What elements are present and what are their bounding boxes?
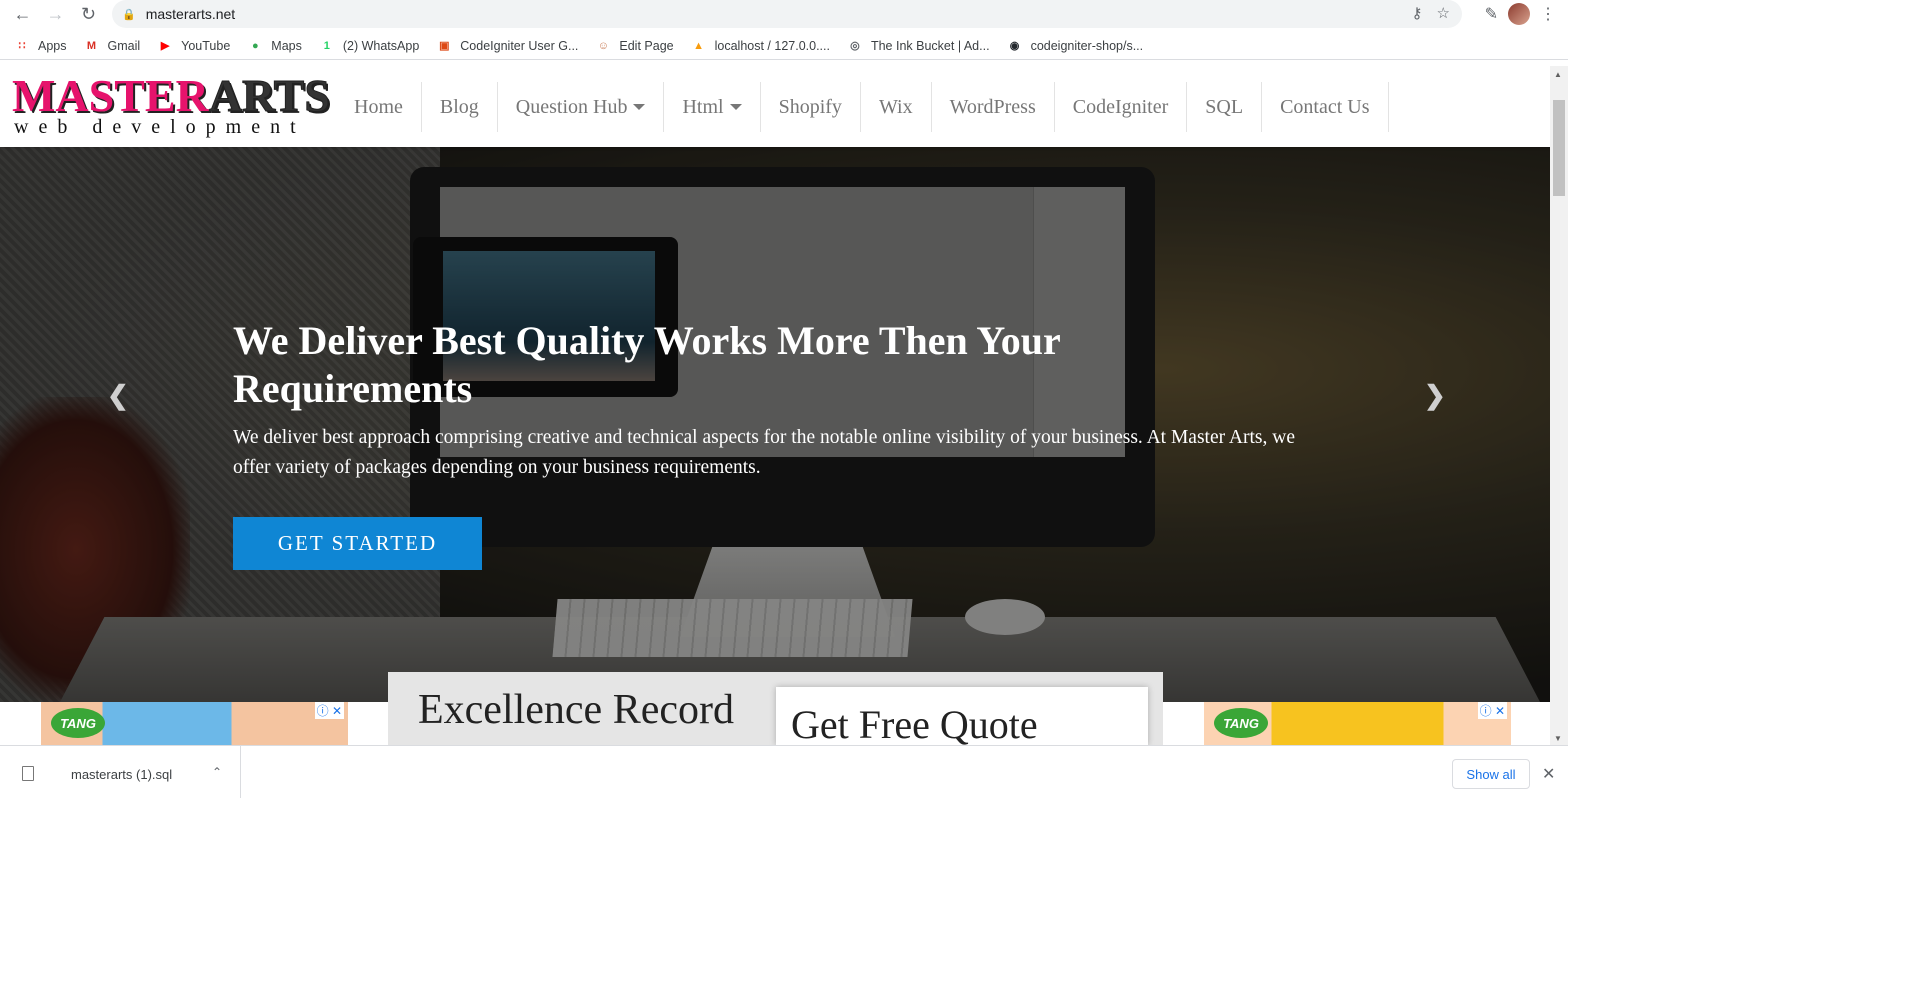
caret-down-icon bbox=[729, 104, 742, 110]
nav-item-label: Blog bbox=[439, 95, 479, 118]
address-bar[interactable]: 🔒 masterarts.net ⚷ ☆ bbox=[112, 0, 1462, 28]
bookmark-item[interactable]: ◎ The Ink Bucket | Ad... bbox=[847, 38, 990, 54]
lock-icon: 🔒 bbox=[122, 8, 136, 21]
scrollbar-thumb[interactable] bbox=[1553, 100, 1565, 196]
youtube-icon: ▶ bbox=[160, 40, 170, 52]
nav-item-sql[interactable]: SQL bbox=[1187, 82, 1263, 132]
nav-item-shopify[interactable]: Shopify bbox=[761, 82, 861, 132]
bookmark-item[interactable]: M Gmail bbox=[84, 38, 141, 54]
scroll-up-icon[interactable]: ▲ bbox=[1554, 70, 1562, 79]
main-nav: Home Blog Question Hub Html Shopify Wix WordPr… bbox=[336, 82, 1389, 132]
bookmark-label: The Ink Bucket | Ad... bbox=[870, 38, 990, 53]
show-all-button[interactable]: Show all bbox=[1452, 759, 1530, 789]
globe-icon: ◎ bbox=[850, 40, 860, 52]
site-header: MASTERARTS web development Home Blog Quest… bbox=[0, 66, 1550, 147]
reload-icon[interactable]: ↻ bbox=[72, 0, 105, 28]
nav-item-blog[interactable]: Blog bbox=[422, 82, 498, 132]
bookmark-label: Maps bbox=[271, 38, 302, 53]
ad-choices-icon[interactable]: ⓘ ✕ bbox=[1477, 702, 1507, 719]
nav-item-label: Html bbox=[682, 95, 724, 118]
bookmark-item[interactable]: ▲ localhost / 127.0.0.... bbox=[691, 38, 830, 54]
github-icon: ◉ bbox=[1009, 40, 1020, 52]
logo-master-text: MASTER bbox=[12, 70, 209, 121]
caret-down-icon bbox=[633, 104, 646, 110]
bookmark-label: YouTube bbox=[181, 38, 231, 53]
ad-brand-logo: TANG bbox=[1214, 708, 1268, 738]
logo-subtitle: web development bbox=[14, 116, 306, 138]
free-quote-heading: Get Free Quote bbox=[791, 702, 1038, 745]
bookmark-item[interactable]: ◉ codeigniter-shop/s... bbox=[1007, 38, 1144, 54]
bookmarks-bar: ∷ Apps M Gmail ▶ YouTube ● Maps 1 (2) WhatsApp ▣ Co… bbox=[0, 32, 1568, 60]
nav-item-label: Contact Us bbox=[1280, 95, 1370, 118]
phpmyadmin-icon: ▲ bbox=[693, 39, 705, 52]
star-bookmark-icon[interactable]: ☆ bbox=[1437, 4, 1450, 22]
apps-grid-icon: ∷ bbox=[18, 40, 26, 52]
whatsapp-icon: 1 bbox=[323, 39, 330, 52]
nav-item-contact-us[interactable]: Contact Us bbox=[1262, 82, 1389, 132]
ad-choices-icon[interactable]: ⓘ ✕ bbox=[314, 702, 344, 719]
nav-item-label: Home bbox=[354, 95, 403, 118]
page-viewport: MASTERARTS web development Home Blog Quest… bbox=[0, 66, 1550, 745]
bookmark-item[interactable]: ☺ Edit Page bbox=[595, 38, 674, 54]
close-icon[interactable]: ✕ bbox=[1542, 764, 1555, 784]
nav-item-label: CodeIgniter bbox=[1072, 95, 1169, 118]
chevron-up-icon[interactable]: ⌃ bbox=[212, 765, 222, 779]
codeigniter-icon: ▣ bbox=[439, 40, 450, 52]
bookmark-item[interactable]: ▶ YouTube bbox=[157, 38, 230, 54]
person-icon: ☺ bbox=[597, 39, 609, 52]
nav-item-wordpress[interactable]: WordPress bbox=[932, 82, 1055, 132]
nav-item-question-hub[interactable]: Question Hub bbox=[498, 82, 665, 132]
nav-item-label: SQL bbox=[1205, 95, 1244, 118]
hero-description: We deliver best approach comprising crea… bbox=[233, 427, 1295, 478]
menu-kebab-icon[interactable]: ⋮ bbox=[1540, 4, 1556, 24]
download-shelf: masterarts (1).sql ⌃ Show all ✕ bbox=[0, 745, 1568, 798]
download-item[interactable]: masterarts (1).sql ⌃ bbox=[0, 746, 241, 798]
hero-carousel: We Deliver Best Quality Works More Then … bbox=[0, 147, 1550, 702]
carousel-prev-icon[interactable]: ❮ bbox=[107, 380, 129, 411]
bookmark-item[interactable]: ▣ CodeIgniter User G... bbox=[436, 38, 578, 54]
forward-icon[interactable]: → bbox=[39, 0, 72, 28]
bookmark-label: Gmail bbox=[107, 38, 141, 53]
excellence-record-heading: Excellence Record bbox=[418, 687, 734, 733]
bookmark-label: CodeIgniter User G... bbox=[460, 38, 579, 53]
logo-arts-text: ARTS bbox=[208, 70, 330, 121]
bookmark-item[interactable]: ∷ Apps bbox=[14, 38, 67, 54]
nav-item-label: Question Hub bbox=[515, 95, 628, 118]
download-file-name: masterarts (1).sql bbox=[71, 767, 173, 782]
maps-pin-icon: ● bbox=[251, 39, 259, 52]
browser-toolbar: ← → ↻ 🔒 masterarts.net ⚷ ☆ ✎ ⋮ bbox=[0, 0, 1568, 28]
bookmark-item[interactable]: ● Maps bbox=[247, 38, 302, 54]
bookmark-item[interactable]: 1 (2) WhatsApp bbox=[319, 38, 419, 54]
back-icon[interactable]: ← bbox=[6, 0, 39, 28]
carousel-next-icon[interactable]: ❯ bbox=[1424, 380, 1446, 411]
url-text: masterarts.net bbox=[145, 6, 236, 22]
nav-item-label: Wix bbox=[878, 95, 913, 118]
nav-item-home[interactable]: Home bbox=[336, 82, 422, 132]
nav-item-label: Shopify bbox=[778, 95, 842, 118]
extensions-puzzle-icon[interactable]: ✎ bbox=[1485, 4, 1498, 24]
hero-title: We Deliver Best Quality Works More Then … bbox=[233, 318, 1061, 411]
get-started-button[interactable]: GET STARTED bbox=[233, 517, 482, 570]
bookmark-label: Apps bbox=[38, 38, 67, 53]
bookmark-label: Edit Page bbox=[619, 38, 674, 53]
nav-item-label: WordPress bbox=[949, 95, 1036, 118]
site-logo[interactable]: MASTERARTS web development bbox=[12, 72, 330, 140]
scroll-down-icon[interactable]: ▼ bbox=[1554, 734, 1562, 743]
nav-item-wix[interactable]: Wix bbox=[861, 82, 932, 132]
ad-banner-left[interactable]: TANG ⓘ ✕ bbox=[41, 702, 348, 745]
bookmark-label: localhost / 127.0.0.... bbox=[714, 38, 830, 53]
free-quote-card: Get Free Quote bbox=[776, 687, 1148, 745]
key-icon[interactable]: ⚷ bbox=[1412, 4, 1423, 22]
ad-banner-right[interactable]: TANG ⓘ ✕ bbox=[1204, 702, 1511, 745]
bookmark-label: (2) WhatsApp bbox=[342, 38, 420, 53]
gmail-icon: M bbox=[86, 39, 97, 52]
bookmark-label: codeigniter-shop/s... bbox=[1030, 38, 1144, 53]
nav-item-html[interactable]: Html bbox=[664, 82, 761, 132]
profile-avatar[interactable] bbox=[1508, 3, 1530, 25]
file-icon bbox=[22, 766, 34, 781]
ad-brand-logo: TANG bbox=[51, 708, 105, 738]
nav-item-codeigniter[interactable]: CodeIgniter bbox=[1055, 82, 1188, 132]
page-scrollbar[interactable]: ▲ ▼ bbox=[1550, 66, 1568, 745]
